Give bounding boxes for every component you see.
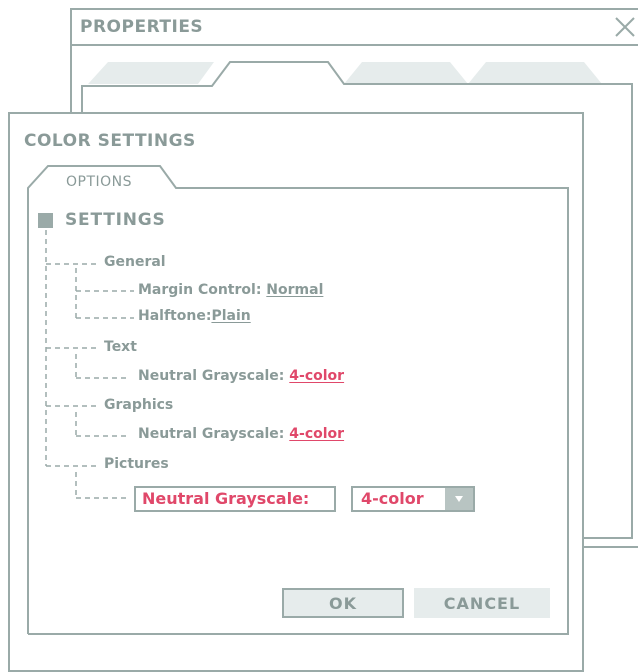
tree-item-text[interactable]: Text	[104, 339, 137, 355]
graphics-grayscale-label: Neutral Grayscale:	[138, 426, 285, 442]
text-grayscale-label: Neutral Grayscale:	[138, 368, 285, 384]
halftone-row: Halftone:Plain	[138, 308, 251, 324]
properties-tab-4[interactable]	[468, 62, 602, 84]
graphics-grayscale-row: Neutral Grayscale: 4-color	[138, 426, 344, 442]
select-value: 4-color	[361, 489, 424, 508]
cancel-button[interactable]: CANCEL	[414, 588, 550, 618]
margin-control-value-link[interactable]: Normal	[266, 282, 323, 298]
pictures-grayscale-select[interactable]: 4-color	[351, 486, 475, 512]
pictures-grayscale-label: Neutral Grayscale:	[134, 486, 336, 512]
chevron-down-icon	[455, 496, 463, 502]
color-settings-window: COLOR SETTINGS OPTIONS SETTINGS General …	[8, 112, 584, 672]
text-grayscale-value-link[interactable]: 4-color	[289, 368, 344, 384]
margin-control-row: Margin Control: Normal	[138, 282, 323, 298]
halftone-value-link[interactable]: Plain	[211, 308, 250, 324]
margin-control-label: Margin Control:	[138, 282, 262, 298]
tree-item-general[interactable]: General	[104, 254, 166, 270]
graphics-grayscale-value-link[interactable]: 4-color	[289, 426, 344, 442]
ok-button[interactable]: OK	[282, 588, 404, 618]
properties-tab-3[interactable]	[344, 62, 468, 84]
text-grayscale-row: Neutral Grayscale: 4-color	[138, 368, 344, 384]
tree-connectors	[45, 230, 134, 499]
dropdown-button[interactable]	[445, 488, 473, 510]
properties-tab-1[interactable]	[88, 62, 214, 84]
tree-item-graphics[interactable]: Graphics	[104, 397, 173, 413]
halftone-label: Halftone:	[138, 308, 212, 324]
tree-item-pictures[interactable]: Pictures	[104, 456, 169, 472]
